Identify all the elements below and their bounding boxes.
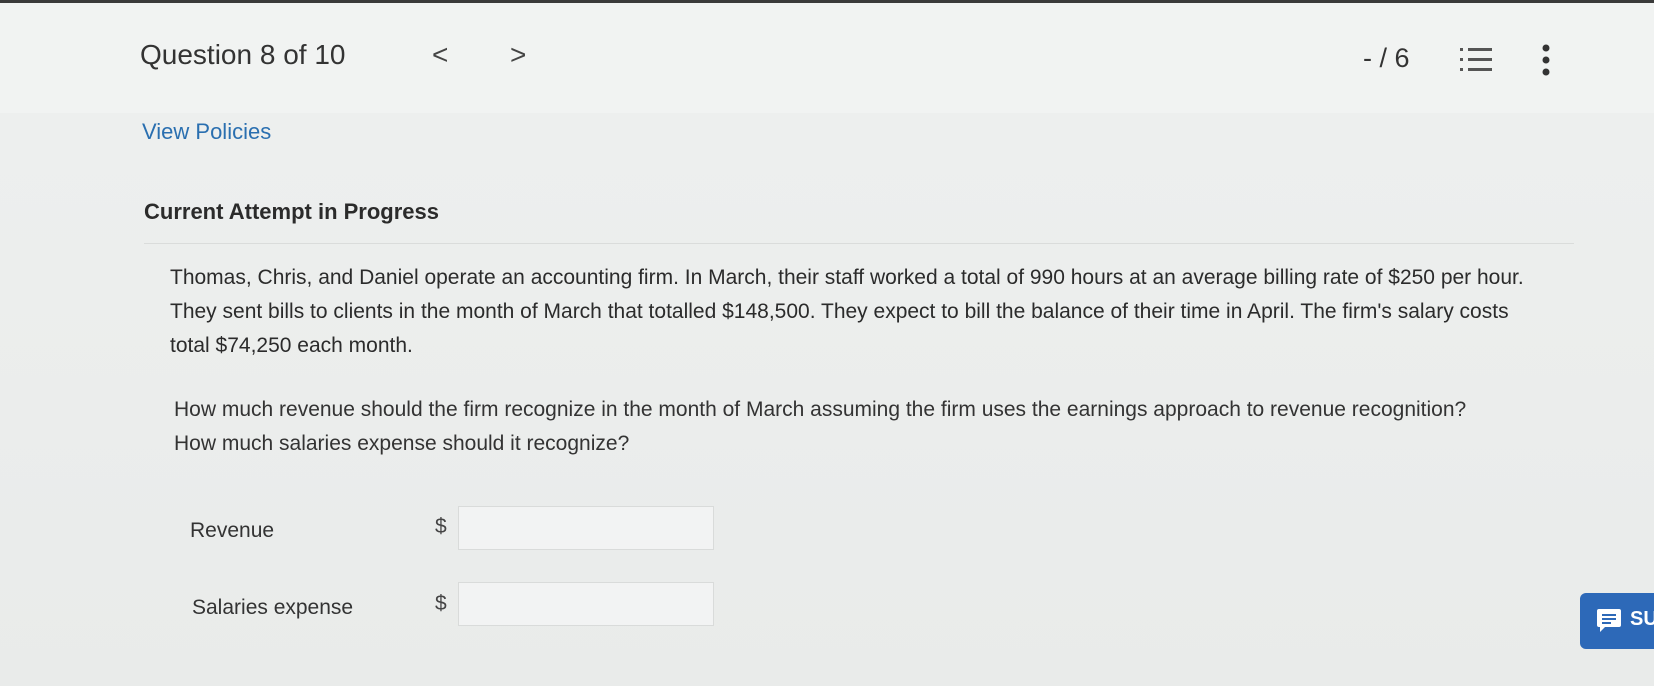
question-title: Question 8 of 10 <box>140 39 346 70</box>
question-score: - / 6 <box>1363 43 1410 73</box>
more-vertical-icon[interactable] <box>1536 43 1556 77</box>
submit-button[interactable]: SU <box>1580 593 1654 649</box>
question-prompt: How much revenue should the firm recogni… <box>174 398 1467 455</box>
salaries-currency-symbol: $ <box>435 592 447 615</box>
view-policies-link[interactable]: View Policies <box>142 119 271 145</box>
assessment-page: Question 8 of 10 < > - / 6 View Policies… <box>0 3 1654 686</box>
list-icon[interactable] <box>1458 45 1494 75</box>
section-divider <box>144 243 1574 244</box>
revenue-currency-symbol: $ <box>435 515 447 538</box>
message-icon <box>1596 607 1622 633</box>
salaries-expense-input[interactable] <box>458 582 714 626</box>
problem-statement: Thomas, Chris, and Daniel operate an acc… <box>170 266 1524 357</box>
salaries-expense-label: Salaries expense <box>192 596 354 619</box>
submit-label: SU <box>1630 608 1654 630</box>
question-header: Question 8 of 10 < > - / 6 <box>0 3 1654 113</box>
revenue-label: Revenue <box>190 519 275 542</box>
attempt-status-heading: Current Attempt in Progress <box>144 199 440 224</box>
next-question-button[interactable]: > <box>510 39 526 71</box>
revenue-input[interactable] <box>458 506 714 550</box>
previous-question-button[interactable]: < <box>432 39 448 71</box>
